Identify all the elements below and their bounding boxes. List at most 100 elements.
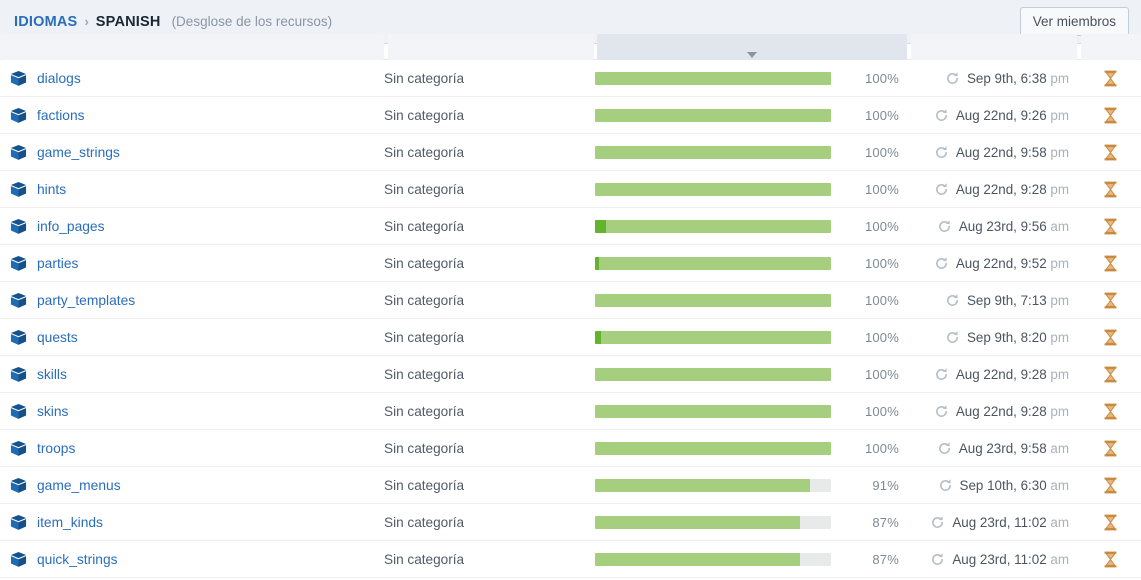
cell-progress: 100%: [594, 182, 907, 197]
last-updated-meridiem: pm: [1050, 292, 1069, 308]
refresh-icon: [935, 367, 947, 380]
progress-percent-label: 91%: [872, 477, 899, 493]
cell-last-updated: Aug 23rd, 11:02 am: [907, 515, 1079, 530]
column-header-date[interactable]: [911, 34, 1077, 60]
column-header-category[interactable]: [388, 34, 594, 60]
resource-name-link[interactable]: party_templates: [37, 293, 135, 308]
cell-category: Sin categoría: [384, 144, 465, 160]
package-cube-icon: [10, 181, 27, 197]
table-row[interactable]: factions Sin categoría 100% Aug 22nd, 9:26 …: [0, 97, 1141, 134]
resource-name-link[interactable]: game_menus: [37, 478, 121, 493]
progress-bar: [595, 330, 831, 344]
cell-status[interactable]: [1079, 514, 1141, 531]
hourglass-icon: [1104, 366, 1116, 382]
resource-name-link[interactable]: dialogs: [37, 71, 81, 86]
cell-status[interactable]: [1079, 70, 1141, 87]
resource-name-link[interactable]: factions: [37, 108, 85, 123]
resource-name-link[interactable]: info_pages: [37, 219, 105, 234]
breadcrumb-note: (Desglose de los recursos): [171, 13, 333, 29]
last-updated-date-text: Aug 22nd, 9:28: [955, 181, 1051, 197]
table-row[interactable]: party_templates Sin categoría 100% Sep 9th,…: [0, 282, 1141, 319]
cell-last-updated: Aug 23rd, 11:02 am: [907, 552, 1079, 567]
refresh-icon: [932, 552, 944, 565]
cell-category: Sin categoría: [384, 440, 465, 456]
cell-status[interactable]: [1079, 255, 1141, 272]
table-row[interactable]: info_pages Sin categoría 100% Aug 23rd, 9:5…: [0, 208, 1141, 245]
cell-status[interactable]: [1079, 181, 1141, 198]
cell-status[interactable]: [1079, 144, 1141, 161]
resource-name-link[interactable]: skins: [37, 404, 68, 419]
cell-category: Sin categoría: [384, 181, 465, 197]
progress-bar: [595, 219, 831, 233]
cell-status[interactable]: [1079, 218, 1141, 235]
resource-name-link[interactable]: skills: [37, 367, 67, 382]
cell-status[interactable]: [1079, 366, 1141, 383]
cell-progress: 100%: [594, 367, 907, 382]
cell-status[interactable]: [1079, 477, 1141, 494]
table-row[interactable]: quests Sin categoría 100% Sep 9th, 8:20 pm: [0, 319, 1141, 356]
cell-last-updated: Aug 22nd, 9:28 pm: [907, 404, 1079, 419]
column-header-status[interactable]: [1081, 34, 1141, 60]
hourglass-icon: [1104, 477, 1116, 493]
table-row[interactable]: skins Sin categoría 100% Aug 22nd, 9:28 pm: [0, 393, 1141, 430]
resource-name-link[interactable]: game_strings: [37, 145, 120, 160]
cell-status[interactable]: [1079, 329, 1141, 346]
last-updated-date-text: Aug 23rd, 9:58: [958, 440, 1051, 456]
resource-name-link[interactable]: troops: [37, 441, 75, 456]
cell-status[interactable]: [1079, 292, 1141, 309]
cell-status[interactable]: [1079, 440, 1141, 457]
resource-name-link[interactable]: hints: [37, 182, 66, 197]
table-row[interactable]: troops Sin categoría 100% Aug 23rd, 9:58 am: [0, 430, 1141, 467]
last-updated-date-text: Sep 9th, 8:20: [967, 329, 1051, 345]
sort-descending-caret-icon: [747, 52, 757, 58]
hourglass-icon: [1104, 181, 1116, 197]
last-updated-date: Sep 9th, 8:20 pm: [967, 330, 1069, 345]
resource-name-link[interactable]: quests: [37, 330, 78, 345]
resource-name-link[interactable]: parties: [37, 256, 78, 271]
progress-bar-approved-fill: [595, 219, 606, 233]
cell-status[interactable]: [1079, 107, 1141, 124]
table-row[interactable]: game_strings Sin categoría 100% Aug 22nd, 9…: [0, 134, 1141, 171]
package-cube-icon: [10, 292, 27, 308]
table-row[interactable]: skills Sin categoría 100% Aug 22nd, 9:28 pm: [0, 356, 1141, 393]
cell-progress: 100%: [594, 145, 907, 160]
last-updated-date: Sep 9th, 7:13 pm: [967, 293, 1069, 308]
progress-bar-translated-fill: [595, 441, 831, 455]
cell-last-updated: Sep 10th, 6:30 am: [907, 478, 1079, 493]
column-header-name[interactable]: [0, 34, 384, 60]
last-updated-meridiem: am: [1050, 477, 1069, 493]
cell-status[interactable]: [1079, 551, 1141, 568]
refresh-icon: [935, 108, 947, 121]
cell-last-updated: Aug 22nd, 9:52 pm: [907, 256, 1079, 271]
refresh-icon: [947, 71, 958, 84]
cell-resource-name: factions: [0, 107, 384, 124]
progress-percent-label: 100%: [864, 181, 899, 197]
view-members-button[interactable]: Ver miembros: [1019, 7, 1129, 36]
cell-category: Sin categoría: [384, 107, 465, 123]
table-row[interactable]: item_kinds Sin categoría 87% Aug 23rd, 11:0…: [0, 504, 1141, 541]
breadcrumb-separator-icon: ›: [84, 13, 89, 29]
last-updated-date: Sep 9th, 6:38 pm: [967, 71, 1069, 86]
breadcrumb-link-idiomas[interactable]: IDIOMAS: [14, 14, 77, 30]
cell-progress: 100%: [594, 256, 907, 271]
last-updated-date: Sep 10th, 6:30 am: [960, 478, 1069, 493]
table-row[interactable]: parties Sin categoría 100% Aug 22nd, 9:52 p…: [0, 245, 1141, 282]
table-row[interactable]: dialogs Sin categoría 100% Sep 9th, 6:38 pm: [0, 60, 1141, 97]
hourglass-icon: [1104, 551, 1116, 567]
package-cube-icon: [10, 144, 27, 160]
progress-percent-label: 100%: [864, 107, 899, 123]
table-row[interactable]: hints Sin categoría 100% Aug 22nd, 9:28 pm: [0, 171, 1141, 208]
resource-name-link[interactable]: quick_strings: [37, 552, 118, 567]
column-header-progress[interactable]: [597, 34, 907, 60]
table-row[interactable]: game_menus Sin categoría 91% Sep 10th, 6:30…: [0, 467, 1141, 504]
last-updated-meridiem: am: [1050, 440, 1069, 456]
table-row[interactable]: quick_strings Sin categoría 87% Aug 23rd, 1…: [0, 541, 1141, 578]
cell-category: Sin categoría: [384, 366, 465, 382]
progress-bar-approved-fill: [595, 330, 601, 344]
resource-name-link[interactable]: item_kinds: [37, 515, 103, 530]
cell-status[interactable]: [1079, 403, 1141, 420]
refresh-icon: [935, 256, 947, 269]
cell-resource-name: quick_strings: [0, 551, 384, 568]
last-updated-date: Aug 22nd, 9:28 pm: [956, 404, 1069, 419]
last-updated-meridiem: pm: [1050, 255, 1069, 271]
